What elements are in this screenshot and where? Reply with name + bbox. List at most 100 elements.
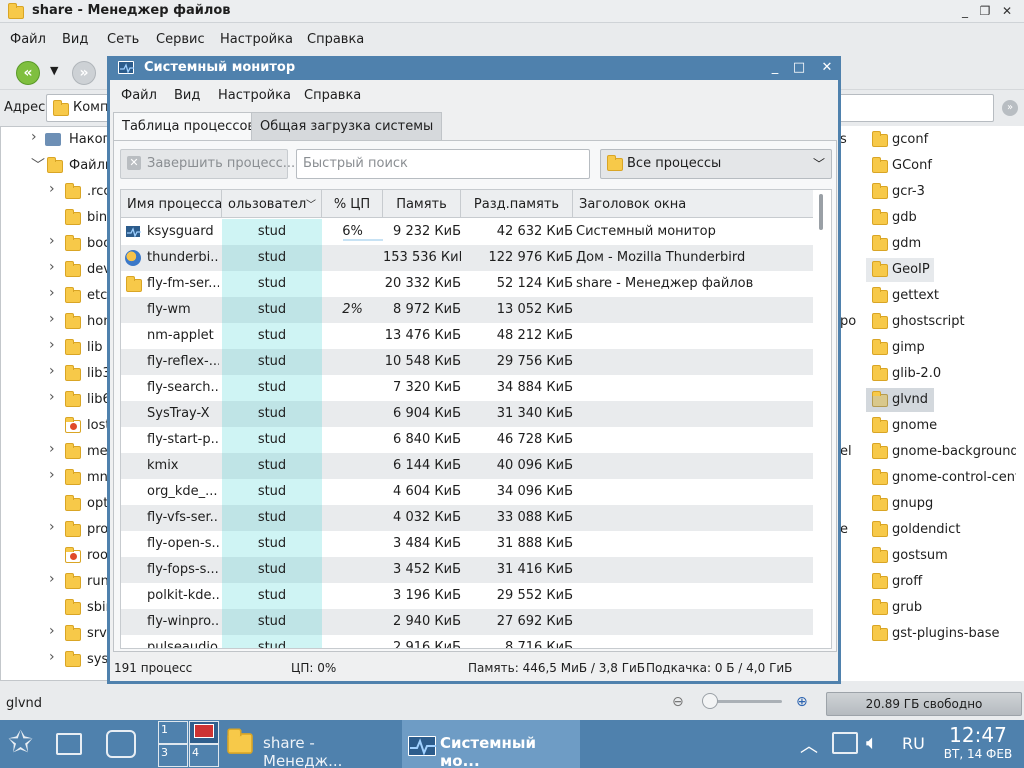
tree-item[interactable]: › etc (1, 283, 111, 309)
process-filter-select[interactable]: Все процессы ﹀ (600, 149, 832, 179)
folder-item[interactable]: gnupg (866, 492, 1016, 516)
table-row[interactable]: fly-wm stud 2% 8 972 КиБ 13 052 КиБ (121, 297, 813, 323)
chevron-right-icon[interactable]: › (49, 181, 55, 197)
tree-item[interactable]: root (1, 543, 111, 569)
back-button[interactable]: « (16, 61, 40, 85)
table-row[interactable]: fly-vfs-ser... stud 4 032 КиБ 33 088 КиБ (121, 505, 813, 531)
menu-network[interactable]: Сеть (107, 32, 139, 47)
folder-item[interactable]: goldendict (866, 518, 1016, 542)
end-process-button[interactable]: ✕ Завершить процесс... (120, 149, 295, 179)
desktop-2[interactable] (189, 721, 219, 744)
chevron-right-icon[interactable]: › (49, 441, 55, 457)
file-cabinet-icon[interactable] (106, 730, 136, 758)
close-icon[interactable]: ✕ (998, 2, 1016, 20)
table-row[interactable]: fly-start-p... stud 6 840 КиБ 46 728 КиБ (121, 427, 813, 453)
chevron-right-icon[interactable]: › (49, 519, 55, 535)
folder-item[interactable]: glib-2.0 (866, 362, 1016, 386)
tree-item[interactable]: ›media (1, 439, 111, 465)
col-user[interactable]: ользовател ﹀ (222, 190, 322, 218)
menu-view[interactable]: Вид (62, 32, 88, 47)
minimize-icon[interactable]: _ (956, 2, 974, 20)
task-file-manager[interactable]: share - Менедж... (226, 720, 398, 768)
folder-item[interactable]: gconf (866, 128, 1016, 152)
start-menu-star-icon[interactable]: ✩ (8, 728, 33, 758)
chevron-right-icon[interactable]: › (49, 363, 55, 379)
maximize-icon[interactable]: ❐ (976, 2, 994, 20)
table-row[interactable]: fly-fops-s... stud 3 452 КиБ 31 416 КиБ (121, 557, 813, 583)
folder-tree[interactable]: ›Накоп﹀Файлы›.rccbin›boot›dev›etc›home›l… (0, 126, 111, 681)
task-system-monitor[interactable]: Системный мо... (402, 720, 580, 768)
scrollbar-thumb[interactable] (819, 194, 823, 230)
chevron-right-icon[interactable]: › (49, 337, 55, 353)
tree-item[interactable]: ›boot (1, 231, 111, 257)
chevron-right-icon[interactable]: › (49, 285, 55, 301)
desktop-4[interactable]: 4 (189, 744, 219, 767)
file-manager-titlebar[interactable]: share - Менеджер файлов _ ❐ ✕ (0, 0, 1024, 23)
zoom-slider[interactable] (702, 693, 782, 709)
tree-item[interactable]: › run (1, 569, 111, 595)
tree-item[interactable]: lost (1, 413, 111, 439)
folder-item[interactable]: glvnd (866, 388, 934, 412)
chevron-down-icon[interactable]: ▼ (50, 64, 58, 77)
tree-item[interactable]: › srv (1, 621, 111, 647)
system-monitor-titlebar[interactable]: Системный монитор _ □ ✕ (107, 56, 841, 80)
chevron-right-icon[interactable]: › (31, 129, 37, 145)
table-row[interactable]: fly-search... stud 7 320 КиБ 34 884 КиБ (121, 375, 813, 401)
folder-item[interactable]: gettext (866, 284, 1016, 308)
chevron-right-icon[interactable]: › (49, 467, 55, 483)
maximize-icon[interactable]: □ (790, 59, 808, 77)
slider-handle[interactable] (702, 693, 718, 709)
col-name[interactable]: Имя процесса (121, 190, 222, 218)
col-shared-memory[interactable]: Разд.память (461, 190, 573, 218)
keyboard-layout[interactable]: RU (902, 734, 925, 753)
tree-item[interactable]: › Накоп (1, 127, 111, 153)
table-row[interactable]: fly-reflex-... stud 10 548 КиБ 29 756 КиБ (121, 349, 813, 375)
clock[interactable]: 12:47 ВТ, 14 ФЕВ (936, 724, 1020, 762)
tree-item[interactable]: › dev (1, 257, 111, 283)
tree-item[interactable]: ›lib64 (1, 387, 111, 413)
go-icon[interactable]: » (1002, 100, 1018, 116)
table-row[interactable]: nm-applet stud 13 476 КиБ 48 212 КиБ (121, 323, 813, 349)
menu-help[interactable]: Справка (307, 32, 364, 47)
desktop-1[interactable]: 1 (158, 721, 188, 744)
table-row[interactable]: pulseaudio stud 2 916 КиБ 8 716 КиБ (121, 635, 813, 648)
folder-item[interactable]: grub (866, 596, 1016, 620)
table-row[interactable]: SysTray-X stud 6 904 КиБ 31 340 КиБ (121, 401, 813, 427)
table-row[interactable]: fly-fm-ser... stud 20 332 КиБ 52 124 КиБ sha… (121, 271, 813, 297)
menu-view[interactable]: Вид (174, 88, 200, 103)
process-table[interactable]: ksysguard stud 6% 9 232 КиБ 42 632 КиБ Систем… (120, 189, 832, 649)
zoom-in-icon[interactable]: ⊕ (796, 694, 808, 710)
desktop-switcher[interactable]: 1 3 4 (158, 721, 222, 767)
chevron-right-icon[interactable]: › (49, 389, 55, 405)
close-icon[interactable]: ✕ (818, 59, 836, 77)
network-icon[interactable] (832, 732, 858, 754)
volume-icon[interactable]: 🔈︎ (866, 730, 878, 754)
folder-item[interactable]: ghostscript (866, 310, 1016, 334)
chevron-up-icon[interactable]: ︿ (800, 732, 818, 758)
folder-item[interactable]: gnome-background-p (866, 440, 1016, 464)
table-row[interactable]: fly-open-s... stud 3 484 КиБ 31 888 КиБ (121, 531, 813, 557)
chevron-right-icon[interactable]: › (49, 233, 55, 249)
forward-button[interactable]: » (72, 61, 96, 85)
scrollbar[interactable] (813, 190, 831, 648)
table-row[interactable]: polkit-kde... stud 3 196 КиБ 29 552 КиБ (121, 583, 813, 609)
menu-help[interactable]: Справка (304, 88, 361, 103)
tree-item[interactable]: › mnt (1, 465, 111, 491)
menu-file[interactable]: Файл (121, 88, 157, 103)
folder-item[interactable]: gnome-control-center (866, 466, 1016, 490)
folder-item[interactable]: GConf (866, 154, 1016, 178)
col-cpu[interactable]: % ЦП (322, 190, 383, 218)
tree-item[interactable]: sbin (1, 595, 111, 621)
folder-item[interactable]: groff (866, 570, 1016, 594)
chevron-down-icon[interactable]: ﹀ (31, 155, 45, 175)
desktop-3[interactable]: 3 (158, 744, 188, 767)
menu-file[interactable]: Файл (10, 32, 46, 47)
search-input[interactable]: Быстрый поиск (296, 149, 590, 179)
tree-item[interactable]: bin (1, 205, 111, 231)
tree-item[interactable]: opt (1, 491, 111, 517)
folder-item[interactable]: gimp (866, 336, 1016, 360)
tree-item[interactable]: ›home (1, 309, 111, 335)
folder-item[interactable]: gdm (866, 232, 1016, 256)
tab-system-load[interactable]: Общая загрузка системы (251, 112, 443, 140)
minimize-icon[interactable]: _ (766, 59, 784, 77)
